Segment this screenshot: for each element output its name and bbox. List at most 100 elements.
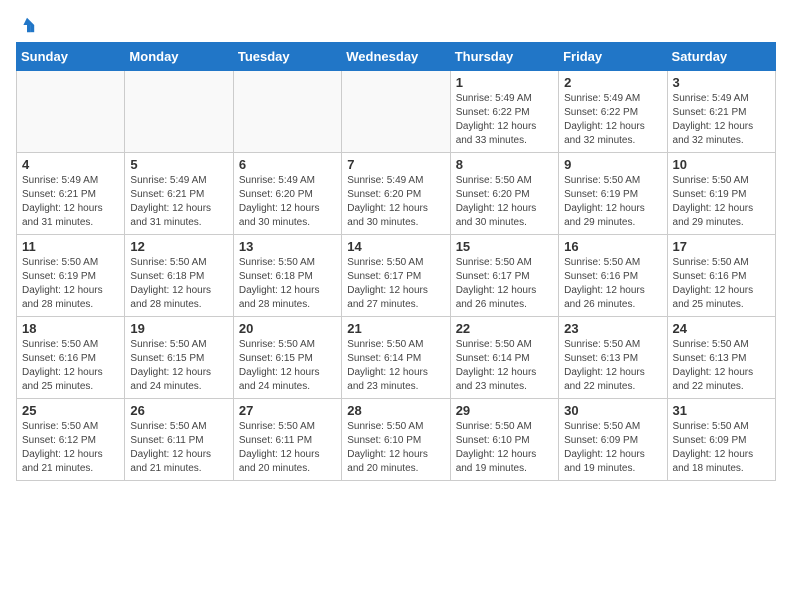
day-info-text: Sunrise: 5:50 AM Sunset: 6:09 PM Dayligh…	[673, 420, 770, 476]
table-row: 18Sunrise: 5:50 AM Sunset: 6:16 PM Dayli…	[17, 317, 125, 399]
table-row: 16 Sunrise: 5:50 AM Sunset: 6:16 PM Dayli…	[559, 235, 667, 317]
day-number: 25	[22, 403, 119, 418]
day-info-text: Sunrise: 5:50 AM Sunset: 6:09 PM Dayligh…	[564, 420, 661, 476]
weekday-header-monday: Monday	[125, 43, 233, 71]
day-number: 5	[130, 157, 227, 172]
weekday-header-friday: Friday	[559, 43, 667, 71]
table-row	[125, 71, 233, 153]
day-info-text: Sunrise: 5:50 AM Sunset: 6:16 PM Dayligh…	[673, 256, 770, 312]
day-info-text: Sunrise: 5:50 AM Sunset: 6:18 PM Dayligh…	[130, 256, 227, 312]
weekday-header-sunday: Sunday	[17, 43, 125, 71]
weekday-header-row: SundayMondayTuesdayWednesdayThursdayFrid…	[17, 43, 776, 71]
table-row: 25 Sunrise: 5:50 AM Sunset: 6:12 PM Dayli…	[17, 399, 125, 481]
day-number: 22	[456, 321, 553, 336]
table-row: 28 Sunrise: 5:50 AM Sunset: 6:10 PM Dayli…	[342, 399, 450, 481]
day-info-text: Sunrise: 5:49 AM Sunset: 6:21 PM Dayligh…	[130, 174, 227, 230]
table-row: 13 Sunrise: 5:50 AM Sunset: 6:18 PM Dayli…	[233, 235, 341, 317]
table-row: 31 Sunrise: 5:50 AM Sunset: 6:09 PM Dayli…	[667, 399, 775, 481]
table-row: 9 Sunrise: 5:50 AM Sunset: 6:19 PM Daylig…	[559, 153, 667, 235]
day-number: 28	[347, 403, 444, 418]
table-row: 22 Sunrise: 5:50 AM Sunset: 6:14 PM Dayli…	[450, 317, 558, 399]
day-info-text: Sunrise: 5:50 AM Sunset: 6:19 PM Dayligh…	[673, 174, 770, 230]
day-number: 8	[456, 157, 553, 172]
page-header	[16, 16, 776, 34]
day-info-text: Sunrise: 5:50 AM Sunset: 6:13 PM Dayligh…	[673, 338, 770, 394]
table-row: 23Sunrise: 5:50 AM Sunset: 6:13 PM Dayli…	[559, 317, 667, 399]
day-info-text: Sunrise: 5:50 AM Sunset: 6:18 PM Dayligh…	[239, 256, 336, 312]
table-row: 1 Sunrise: 5:49 AM Sunset: 6:22 PM Daylig…	[450, 71, 558, 153]
day-number: 9	[564, 157, 661, 172]
table-row	[17, 71, 125, 153]
day-info-text: Sunrise: 5:50 AM Sunset: 6:12 PM Dayligh…	[22, 420, 119, 476]
calendar-table: SundayMondayTuesdayWednesdayThursdayFrid…	[16, 42, 776, 481]
day-info-text: Sunrise: 5:49 AM Sunset: 6:21 PM Dayligh…	[22, 174, 119, 230]
day-info-text: Sunrise: 5:50 AM Sunset: 6:20 PM Dayligh…	[456, 174, 553, 230]
day-number: 29	[456, 403, 553, 418]
day-number: 30	[564, 403, 661, 418]
calendar-week-row: 1 Sunrise: 5:49 AM Sunset: 6:22 PM Daylig…	[17, 71, 776, 153]
calendar-week-row: 25 Sunrise: 5:50 AM Sunset: 6:12 PM Dayli…	[17, 399, 776, 481]
day-number: 21	[347, 321, 444, 336]
day-info-text: Sunrise: 5:49 AM Sunset: 6:20 PM Dayligh…	[239, 174, 336, 230]
table-row: 8 Sunrise: 5:50 AM Sunset: 6:20 PM Daylig…	[450, 153, 558, 235]
day-info-text: Sunrise: 5:49 AM Sunset: 6:22 PM Dayligh…	[564, 92, 661, 148]
table-row: 2 Sunrise: 5:49 AM Sunset: 6:22 PM Daylig…	[559, 71, 667, 153]
day-number: 6	[239, 157, 336, 172]
day-number: 13	[239, 239, 336, 254]
day-info-text: Sunrise: 5:50 AM Sunset: 6:13 PM Dayligh…	[564, 338, 661, 394]
day-number: 3	[673, 75, 770, 90]
day-info-text: Sunrise: 5:49 AM Sunset: 6:22 PM Dayligh…	[456, 92, 553, 148]
table-row: 15 Sunrise: 5:50 AM Sunset: 6:17 PM Dayli…	[450, 235, 558, 317]
weekday-header-thursday: Thursday	[450, 43, 558, 71]
table-row: 5 Sunrise: 5:49 AM Sunset: 6:21 PM Daylig…	[125, 153, 233, 235]
table-row: 29 Sunrise: 5:50 AM Sunset: 6:10 PM Dayli…	[450, 399, 558, 481]
table-row: 10 Sunrise: 5:50 AM Sunset: 6:19 PM Dayli…	[667, 153, 775, 235]
day-number: 1	[456, 75, 553, 90]
table-row: 11Sunrise: 5:50 AM Sunset: 6:19 PM Dayli…	[17, 235, 125, 317]
table-row: 24 Sunrise: 5:50 AM Sunset: 6:13 PM Dayli…	[667, 317, 775, 399]
day-number: 4	[22, 157, 119, 172]
day-info-text: Sunrise: 5:50 AM Sunset: 6:15 PM Dayligh…	[239, 338, 336, 394]
table-row: 6 Sunrise: 5:49 AM Sunset: 6:20 PM Daylig…	[233, 153, 341, 235]
day-number: 17	[673, 239, 770, 254]
logo-icon	[18, 16, 36, 34]
day-info-text: Sunrise: 5:49 AM Sunset: 6:20 PM Dayligh…	[347, 174, 444, 230]
day-number: 19	[130, 321, 227, 336]
day-number: 16	[564, 239, 661, 254]
day-number: 27	[239, 403, 336, 418]
day-number: 10	[673, 157, 770, 172]
day-info-text: Sunrise: 5:49 AM Sunset: 6:21 PM Dayligh…	[673, 92, 770, 148]
day-info-text: Sunrise: 5:50 AM Sunset: 6:17 PM Dayligh…	[456, 256, 553, 312]
day-number: 31	[673, 403, 770, 418]
day-info-text: Sunrise: 5:50 AM Sunset: 6:14 PM Dayligh…	[456, 338, 553, 394]
table-row: 12 Sunrise: 5:50 AM Sunset: 6:18 PM Dayli…	[125, 235, 233, 317]
table-row: 17 Sunrise: 5:50 AM Sunset: 6:16 PM Dayli…	[667, 235, 775, 317]
day-info-text: Sunrise: 5:50 AM Sunset: 6:19 PM Dayligh…	[22, 256, 119, 312]
day-number: 20	[239, 321, 336, 336]
calendar-week-row: 18Sunrise: 5:50 AM Sunset: 6:16 PM Dayli…	[17, 317, 776, 399]
day-info-text: Sunrise: 5:50 AM Sunset: 6:19 PM Dayligh…	[564, 174, 661, 230]
day-number: 12	[130, 239, 227, 254]
table-row: 14Sunrise: 5:50 AM Sunset: 6:17 PM Dayli…	[342, 235, 450, 317]
day-number: 2	[564, 75, 661, 90]
day-number: 15	[456, 239, 553, 254]
day-info-text: Sunrise: 5:50 AM Sunset: 6:16 PM Dayligh…	[564, 256, 661, 312]
day-info-text: Sunrise: 5:50 AM Sunset: 6:11 PM Dayligh…	[130, 420, 227, 476]
weekday-header-wednesday: Wednesday	[342, 43, 450, 71]
day-number: 24	[673, 321, 770, 336]
day-number: 14	[347, 239, 444, 254]
day-info-text: Sunrise: 5:50 AM Sunset: 6:16 PM Dayligh…	[22, 338, 119, 394]
table-row: 4 Sunrise: 5:49 AM Sunset: 6:21 PM Daylig…	[17, 153, 125, 235]
day-info-text: Sunrise: 5:50 AM Sunset: 6:10 PM Dayligh…	[456, 420, 553, 476]
table-row: 21 Sunrise: 5:50 AM Sunset: 6:14 PM Dayli…	[342, 317, 450, 399]
calendar-week-row: 11Sunrise: 5:50 AM Sunset: 6:19 PM Dayli…	[17, 235, 776, 317]
weekday-header-saturday: Saturday	[667, 43, 775, 71]
table-row: 3 Sunrise: 5:49 AM Sunset: 6:21 PM Daylig…	[667, 71, 775, 153]
table-row: 7Sunrise: 5:49 AM Sunset: 6:20 PM Daylig…	[342, 153, 450, 235]
table-row	[233, 71, 341, 153]
table-row: 27 Sunrise: 5:50 AM Sunset: 6:11 PM Dayli…	[233, 399, 341, 481]
day-info-text: Sunrise: 5:50 AM Sunset: 6:11 PM Dayligh…	[239, 420, 336, 476]
day-info-text: Sunrise: 5:50 AM Sunset: 6:14 PM Dayligh…	[347, 338, 444, 394]
table-row	[342, 71, 450, 153]
day-info-text: Sunrise: 5:50 AM Sunset: 6:10 PM Dayligh…	[347, 420, 444, 476]
